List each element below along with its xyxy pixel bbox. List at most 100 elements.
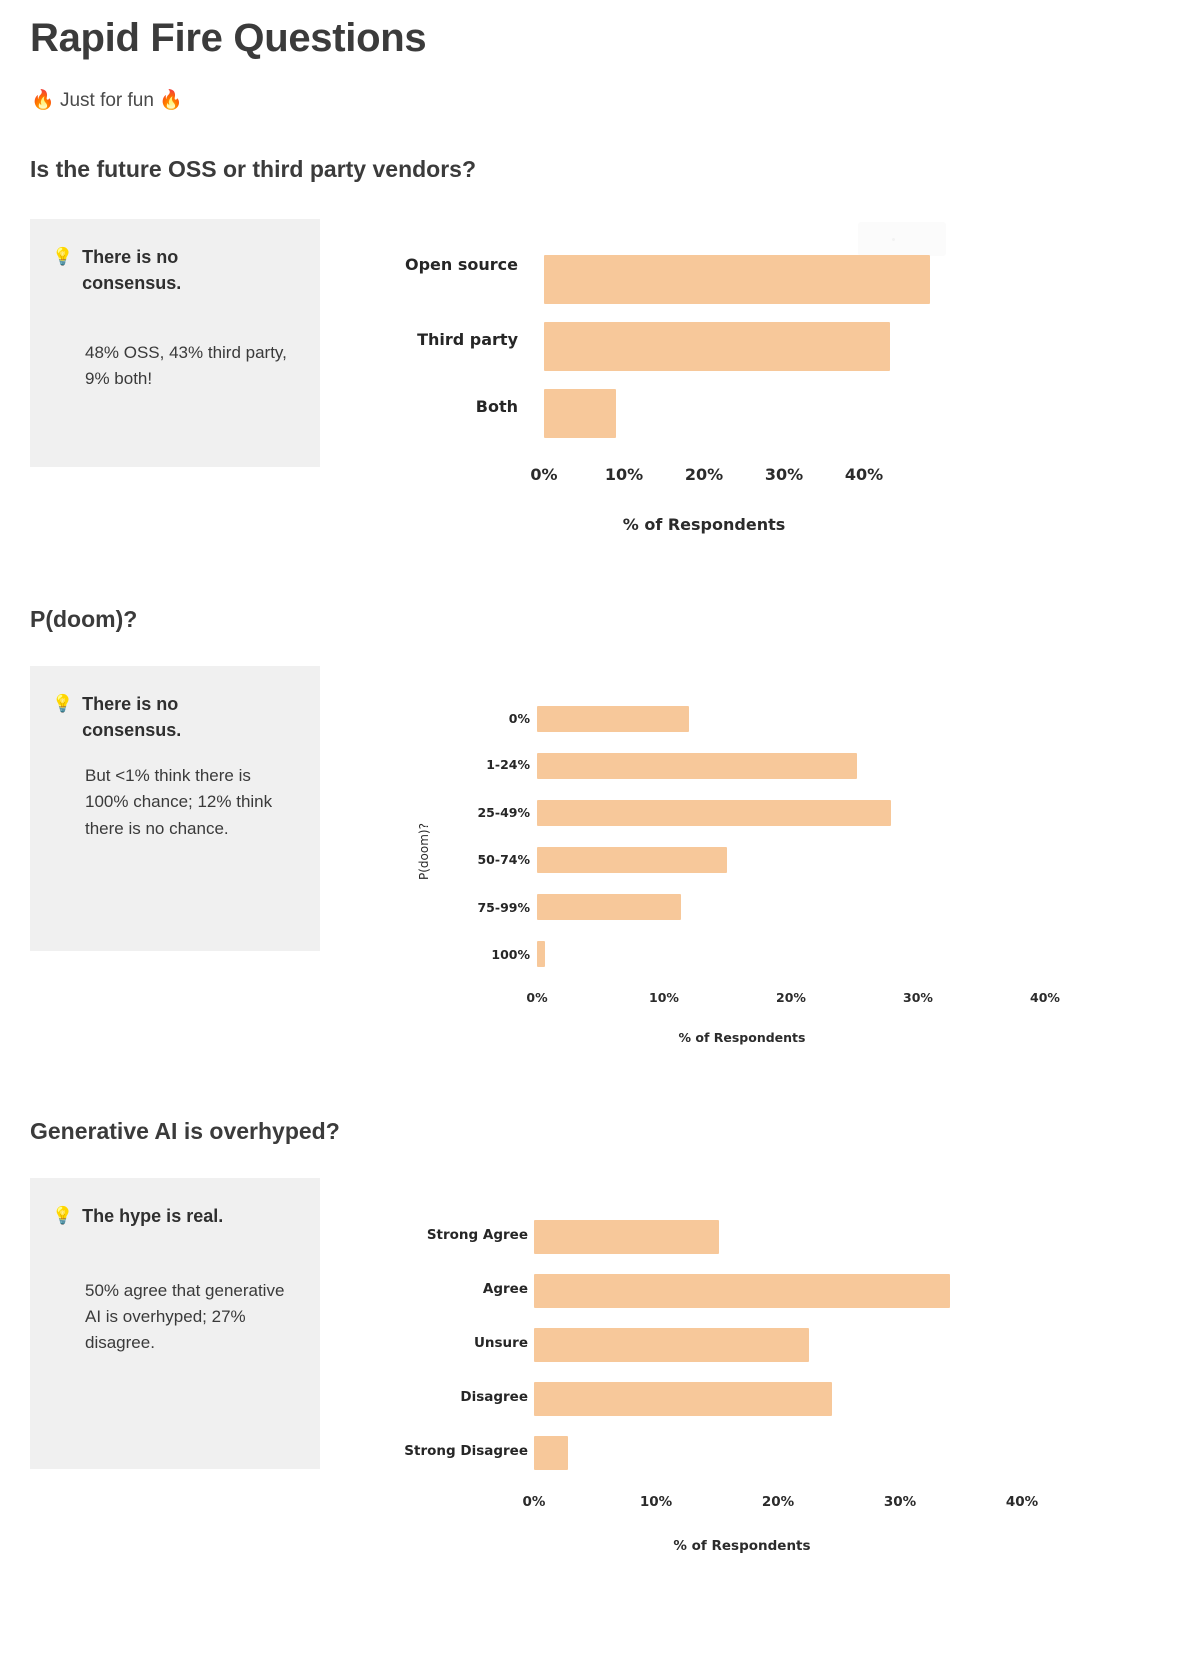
- x-tick-text: 30%: [903, 990, 933, 1005]
- slide-page: Rapid Fire Questions 🔥 Just for fun 🔥 Is…: [0, 0, 1194, 1656]
- x-tick: 10%: [584, 465, 664, 484]
- bar-both: [544, 389, 616, 438]
- bar-disagree: [534, 1382, 832, 1416]
- bar-pdoom-25-49: [537, 800, 891, 826]
- lightbulb-icon: 💡: [52, 694, 74, 713]
- x-tick-text: 0%: [526, 990, 548, 1005]
- bar-label-text: 75-99%: [477, 900, 530, 915]
- bar-label-text: Strong Disagree: [404, 1443, 528, 1459]
- bar-label-text: 1-24%: [486, 757, 530, 772]
- y-axis-title-text: P(doom)?: [417, 823, 431, 880]
- callout-body: But <1% think there is 100% chance; 12% …: [85, 766, 273, 838]
- x-axis-title-text: % of Respondents: [678, 1030, 806, 1045]
- bar-label-text: Both: [475, 397, 518, 416]
- chart-genai-overhyped: Strong Agree Agree Unsure Disagree Stron…: [395, 1198, 1075, 1578]
- y-axis-title: P(doom)?: [417, 823, 431, 880]
- chart-pdoom: P(doom)? 0% 1-24% 25-49% 50-74% 75-99% 1…: [395, 690, 1075, 1060]
- bar-strong-agree: [534, 1220, 719, 1254]
- bar-label: Disagree: [395, 1389, 528, 1406]
- section-title-genai-overhyped: Generative AI is overhyped?: [30, 1118, 340, 1144]
- bar-pdoom-1-24: [537, 753, 857, 779]
- section-title-pdoom: P(doom)?: [30, 606, 138, 632]
- callout-oss-vs-vendors: 💡 There is no consensus. 48% OSS, 43% th…: [30, 219, 320, 467]
- bar-pdoom-100: [537, 941, 545, 967]
- bar-label: 25-49%: [415, 805, 530, 821]
- bar-label-text: Agree: [482, 1281, 528, 1297]
- bar-label: 50-74%: [415, 852, 530, 868]
- bar-third-party: [544, 322, 890, 371]
- x-tick-text: 0%: [522, 1494, 546, 1510]
- chart-toolbar-dot: [892, 238, 895, 241]
- x-tick: 40%: [982, 990, 1108, 1005]
- callout-headline: There is no consensus.: [82, 694, 182, 740]
- x-axis-title-text: % of Respondents: [622, 515, 786, 534]
- bar-open-source: [544, 255, 930, 304]
- x-tick: 40%: [824, 465, 904, 484]
- callout-header: 💡 There is no consensus.: [52, 245, 296, 296]
- x-tick-text: 20%: [776, 990, 806, 1005]
- x-tick: 30%: [744, 465, 824, 484]
- x-tick-text: 0%: [530, 465, 558, 484]
- lightbulb-icon: 💡: [52, 1206, 74, 1225]
- bar-label-text: Open source: [405, 255, 518, 274]
- x-tick-text: 20%: [761, 1494, 795, 1510]
- x-tick-text: 40%: [844, 465, 884, 484]
- x-tick: 20%: [728, 990, 854, 1005]
- x-tick-text: 10%: [604, 465, 644, 484]
- bar-pdoom-75-99: [537, 894, 681, 920]
- callout-headline: There is no consensus.: [82, 247, 182, 293]
- x-axis-title: % of Respondents: [564, 515, 844, 534]
- bar-pdoom-0: [537, 706, 689, 732]
- bar-label: Open source: [380, 255, 518, 275]
- bar-label: Third party: [380, 330, 518, 350]
- bar-label: 0%: [415, 711, 530, 727]
- x-axis-title: % of Respondents: [617, 1030, 867, 1045]
- x-tick: 30%: [855, 990, 981, 1005]
- section-title-oss-vs-vendors: Is the future OSS or third party vendors…: [30, 156, 477, 182]
- x-tick: 0%: [473, 1494, 595, 1510]
- bar-agree: [534, 1274, 950, 1308]
- bar-pdoom-50-74: [537, 847, 727, 873]
- x-tick: 10%: [601, 990, 727, 1005]
- fire-icon-left: 🔥: [31, 90, 55, 111]
- bar-label-text: 100%: [491, 947, 530, 962]
- x-tick: 20%: [717, 1494, 839, 1510]
- chart-oss-vs-vendors: Open source Third party Both 0% 10% 20% …: [380, 222, 980, 552]
- callout-header: 💡 There is no consensus.: [52, 692, 296, 743]
- bar-label-text: Unsure: [473, 1335, 528, 1351]
- x-tick-text: 10%: [639, 1494, 673, 1510]
- x-tick: 0%: [504, 465, 584, 484]
- x-axis-title: % of Respondents: [617, 1538, 867, 1554]
- x-tick: 30%: [839, 1494, 961, 1510]
- x-tick-text: 10%: [649, 990, 679, 1005]
- x-tick-text: 40%: [1005, 1494, 1039, 1510]
- bar-label-text: 25-49%: [477, 805, 530, 820]
- x-tick: 10%: [595, 1494, 717, 1510]
- x-tick-text: 40%: [1030, 990, 1060, 1005]
- x-tick: 20%: [664, 465, 744, 484]
- lightbulb-icon: 💡: [52, 247, 74, 266]
- x-tick: 40%: [961, 1494, 1083, 1510]
- bar-label: Agree: [395, 1281, 528, 1298]
- callout-body: 48% OSS, 43% third party, 9% both!: [85, 343, 287, 389]
- page-subtitle: 🔥 Just for fun 🔥: [31, 88, 183, 112]
- bar-label: Strong Disagree: [395, 1443, 528, 1460]
- bar-label: Strong Agree: [395, 1227, 528, 1244]
- x-tick: 0%: [474, 990, 600, 1005]
- chart-toolbar-ghost[interactable]: [858, 222, 946, 256]
- bar-label-text: Disagree: [460, 1389, 528, 1405]
- x-tick-text: 30%: [764, 465, 804, 484]
- bar-strong-disagree: [534, 1436, 568, 1470]
- x-axis-title-text: % of Respondents: [673, 1538, 811, 1554]
- callout-pdoom: 💡 There is no consensus. But <1% think t…: [30, 666, 320, 951]
- x-tick-text: 30%: [883, 1494, 917, 1510]
- bar-label: 1-24%: [415, 757, 530, 773]
- bar-label-text: 0%: [508, 711, 530, 726]
- bar-label-text: Strong Agree: [426, 1227, 528, 1243]
- bar-label: Both: [380, 397, 518, 417]
- bar-label: 100%: [415, 947, 530, 963]
- fire-icon-right: 🔥: [159, 90, 183, 111]
- bar-label-text: Third party: [417, 330, 518, 349]
- callout-header: 💡 The hype is real.: [52, 1204, 296, 1230]
- callout-genai-overhyped: 💡 The hype is real. 50% agree that gener…: [30, 1178, 320, 1469]
